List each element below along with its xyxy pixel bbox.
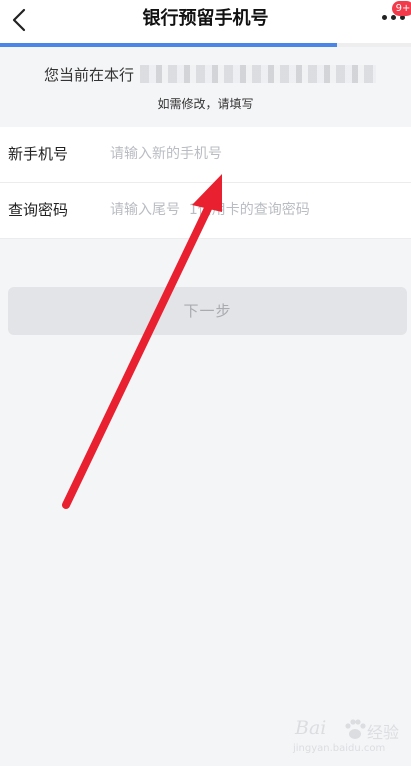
watermark-domain: jingyan.baidu.com <box>293 743 386 754</box>
new-phone-row: 新手机号 <box>0 127 411 183</box>
baidu-watermark: Bai 经验 jingyan.baidu.com <box>285 713 405 758</box>
modify-hint: 如需修改，请填写 <box>157 97 254 111</box>
page-title: 银行预留手机号 <box>142 8 269 29</box>
paw-icon <box>345 719 366 739</box>
current-phone-text: 您当前在本行 <box>44 66 135 84</box>
query-password-row: 查询密码 <box>0 183 411 239</box>
next-step-button[interactable]: 下一步 <box>8 287 407 335</box>
masked-phone-number <box>140 65 376 83</box>
form-card: 新手机号 查询密码 <box>0 127 411 239</box>
watermark-brand: Bai <box>295 717 327 739</box>
chevron-left-icon <box>12 8 26 32</box>
info-section: 您当前在本行 如需修改，请填写 <box>0 47 411 127</box>
query-password-label: 查询密码 <box>8 201 69 219</box>
notification-badge: 9+ <box>392 1 411 16</box>
new-phone-label: 新手机号 <box>8 145 69 163</box>
watermark-suffix: 经验 <box>367 723 400 742</box>
query-password-input[interactable] <box>110 195 395 225</box>
more-button[interactable]: 9+ <box>374 1 411 38</box>
back-button[interactable] <box>2 2 36 38</box>
new-phone-input[interactable] <box>110 139 395 169</box>
annotation-arrow-shaft <box>62 196 216 509</box>
navigation-bar: 银行预留手机号 9+ <box>0 0 411 44</box>
